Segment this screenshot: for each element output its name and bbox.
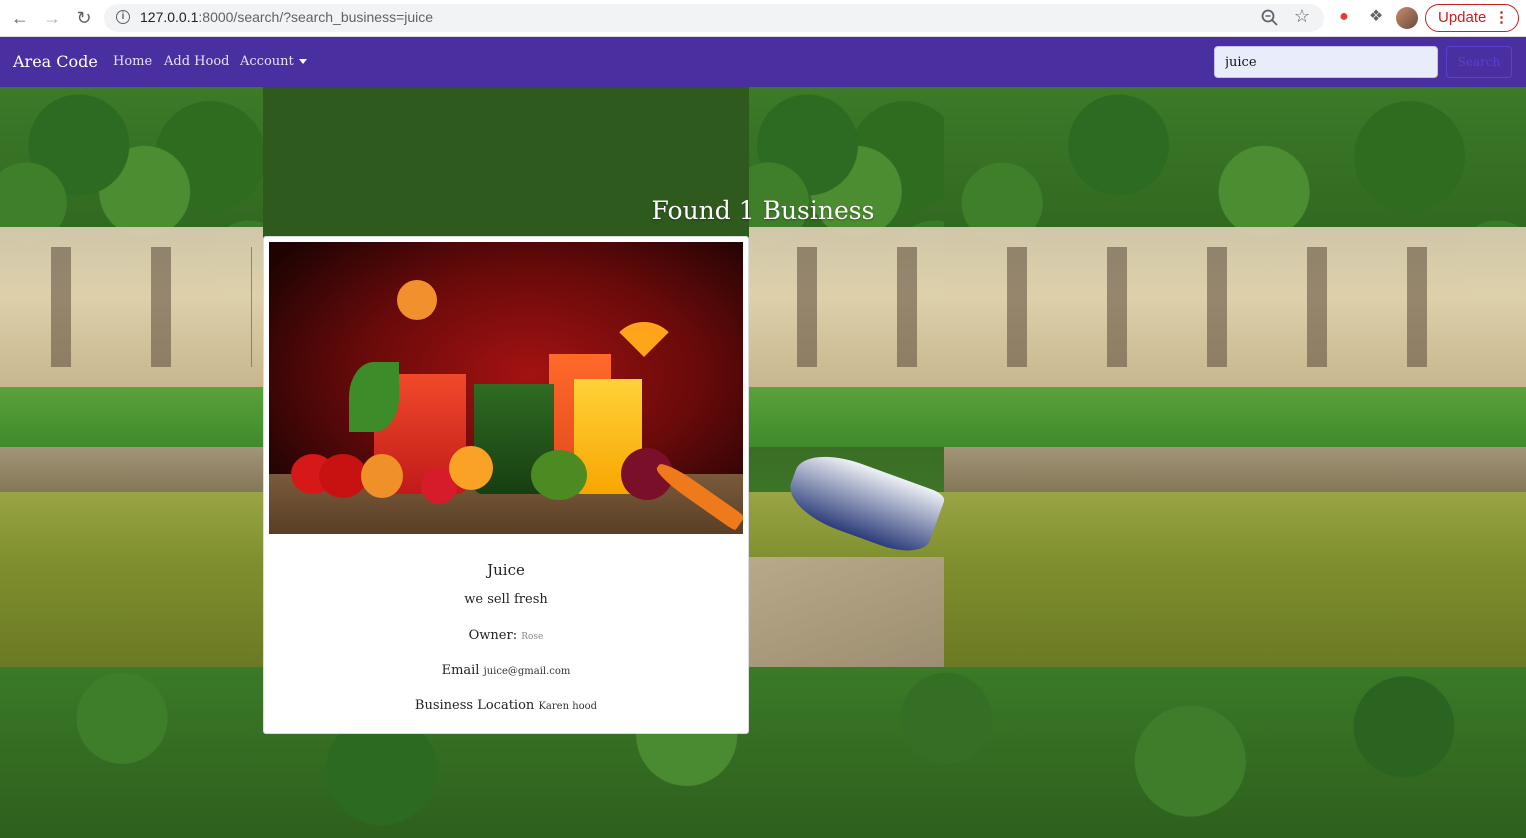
- address-bar[interactable]: i 127.0.0.1:8000/search/?search_business…: [104, 4, 1324, 32]
- url-path: :8000/search/?search_business=juice: [198, 9, 434, 25]
- business-email: Email juice@gmail.com: [264, 663, 748, 678]
- star-icon[interactable]: ☆: [1294, 6, 1310, 27]
- owner-value: Rose: [521, 632, 544, 642]
- puzzle-icon[interactable]: ❖: [1366, 7, 1386, 27]
- business-location: Business Location Karen hood: [264, 698, 748, 713]
- nav-account-dropdown[interactable]: Account: [240, 54, 307, 69]
- brand-link[interactable]: Area Code: [13, 52, 98, 71]
- info-icon[interactable]: i: [116, 10, 130, 24]
- url-text[interactable]: 127.0.0.1:8000/search/?search_business=j…: [140, 9, 433, 25]
- background-tile: [749, 87, 944, 667]
- background-tile: [0, 87, 263, 667]
- zoom-icon[interactable]: [1260, 8, 1280, 28]
- dropdown-caret-icon: [298, 59, 307, 64]
- update-button[interactable]: Update ⋮: [1425, 4, 1519, 32]
- background-tile: [0, 667, 1526, 838]
- forward-arrow-icon[interactable]: →: [40, 6, 64, 30]
- extension-icon[interactable]: ●: [1334, 7, 1354, 27]
- location-value: Karen hood: [538, 701, 598, 712]
- reload-icon[interactable]: ↻: [72, 6, 96, 30]
- nav-add-hood[interactable]: Add Hood: [164, 54, 229, 69]
- profile-avatar[interactable]: [1396, 7, 1418, 29]
- email-value: juice@gmail.com: [483, 666, 571, 677]
- background-tile: [944, 87, 1526, 667]
- browser-toolbar: ← → ↻ i 127.0.0.1:8000/search/?search_bu…: [0, 0, 1526, 37]
- email-label: Email: [441, 663, 480, 678]
- back-arrow-icon[interactable]: ←: [8, 6, 32, 30]
- update-label: Update: [1438, 9, 1487, 26]
- nav-account-label: Account: [240, 54, 294, 69]
- business-card: Juice we sell fresh Owner: Rose Email ju…: [263, 236, 749, 734]
- site-navbar: Area Code Home Add Hood Account Search: [0, 37, 1526, 87]
- search-button[interactable]: Search: [1446, 46, 1512, 78]
- business-owner: Owner: Rose: [264, 628, 748, 643]
- results-heading: Found 1 Business: [651, 196, 875, 225]
- business-description: we sell fresh: [464, 592, 548, 607]
- business-name: Juice: [487, 561, 525, 579]
- kebab-menu-icon[interactable]: ⋮: [1494, 5, 1509, 30]
- nav-home[interactable]: Home: [113, 54, 152, 69]
- url-host: 127.0.0.1: [140, 9, 199, 25]
- search-input[interactable]: [1214, 46, 1438, 78]
- business-image: [269, 242, 743, 534]
- location-label: Business Location: [414, 698, 535, 713]
- owner-label: Owner:: [468, 628, 518, 643]
